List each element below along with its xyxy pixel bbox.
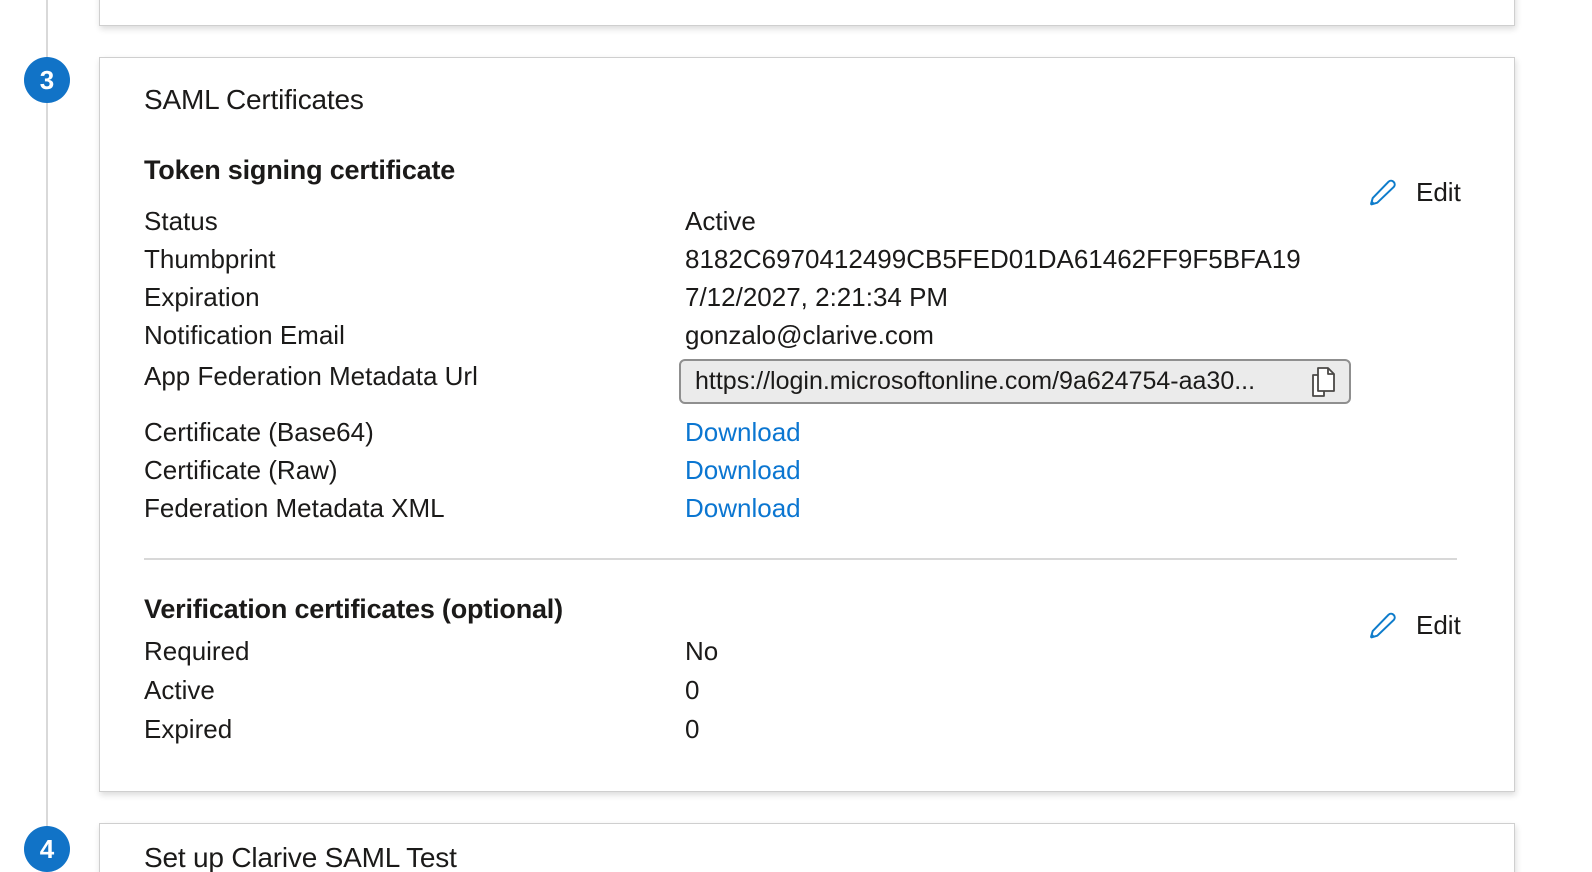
section-divider bbox=[144, 558, 1457, 560]
copy-icon bbox=[1312, 366, 1335, 397]
required-row: Required No bbox=[144, 636, 718, 666]
edit-button-label: Edit bbox=[1416, 609, 1461, 640]
certificate-raw-download-link[interactable]: Download bbox=[685, 455, 801, 485]
step-connector-line bbox=[46, 0, 48, 872]
copy-to-clipboard-button[interactable] bbox=[1307, 365, 1339, 399]
active-count-label: Active bbox=[144, 675, 215, 705]
status-label: Status bbox=[144, 206, 218, 236]
certificate-base64-download-link[interactable]: Download bbox=[685, 417, 801, 447]
edit-verification-certificates-button[interactable]: Edit bbox=[1367, 608, 1461, 642]
status-row: Status Active bbox=[144, 206, 756, 236]
expired-count-label: Expired bbox=[144, 714, 233, 744]
pencil-icon bbox=[1370, 179, 1396, 206]
expiration-label: Expiration bbox=[144, 282, 260, 312]
federation-metadata-xml-download-link[interactable]: Download bbox=[685, 493, 801, 523]
step-4-badge: 4 bbox=[24, 826, 70, 872]
previous-card-bottom-edge bbox=[99, 0, 1515, 26]
thumbprint-label: Thumbprint bbox=[144, 244, 276, 274]
card-title: SAML Certificates bbox=[144, 84, 364, 115]
verification-certificates-heading: Verification certificates (optional) bbox=[144, 594, 563, 624]
pencil-icon bbox=[1370, 612, 1396, 639]
expiration-value: 7/12/2027, 2:21:34 PM bbox=[685, 282, 949, 312]
notification-email-row: Notification Email gonzalo@clarive.com bbox=[144, 320, 934, 350]
expiration-row: Expiration 7/12/2027, 2:21:34 PM bbox=[144, 282, 948, 312]
app-federation-metadata-url-label: App Federation Metadata Url bbox=[144, 361, 478, 391]
saml-certificates-card: SAML Certificates Token signing certific… bbox=[99, 57, 1515, 792]
active-count-row: Active 0 bbox=[144, 675, 699, 705]
setup-card-title: Set up Clarive SAML Test bbox=[144, 842, 457, 872]
expired-count-row: Expired 0 bbox=[144, 714, 699, 744]
app-federation-metadata-url-row: App Federation Metadata Url bbox=[144, 361, 685, 391]
notification-email-value: gonzalo@clarive.com bbox=[685, 320, 934, 350]
certificate-base64-row: Certificate (Base64) Download bbox=[144, 417, 801, 447]
edit-button-label: Edit bbox=[1416, 176, 1461, 207]
thumbprint-row: Thumbprint 8182C6970412499CB5FED01DA6146… bbox=[144, 244, 1301, 274]
certificate-raw-label: Certificate (Raw) bbox=[144, 455, 338, 485]
notification-email-label: Notification Email bbox=[144, 320, 345, 350]
required-value: No bbox=[685, 636, 719, 666]
status-value: Active bbox=[685, 206, 756, 236]
required-label: Required bbox=[144, 636, 250, 666]
certificate-raw-row: Certificate (Raw) Download bbox=[144, 455, 801, 485]
saml-sso-configuration-page: { "colors": { "step_blue": "#1173c7", "l… bbox=[0, 0, 1592, 872]
setup-card: Set up Clarive SAML Test bbox=[99, 823, 1515, 872]
step-3-badge: 3 bbox=[24, 57, 70, 103]
app-federation-metadata-url-field[interactable]: https://login.microsoftonline.com/9a6247… bbox=[679, 359, 1351, 404]
app-federation-metadata-url-value: https://login.microsoftonline.com/9a6247… bbox=[695, 367, 1256, 395]
federation-metadata-xml-label: Federation Metadata XML bbox=[144, 493, 445, 523]
certificate-base64-label: Certificate (Base64) bbox=[144, 417, 374, 447]
thumbprint-value: 8182C6970412499CB5FED01DA61462FF9F5BFA19 bbox=[685, 244, 1301, 274]
active-count-value: 0 bbox=[685, 675, 700, 705]
federation-metadata-xml-row: Federation Metadata XML Download bbox=[144, 493, 801, 523]
edit-token-signing-certificate-button[interactable]: Edit bbox=[1367, 175, 1461, 209]
expired-count-value: 0 bbox=[685, 714, 700, 744]
token-signing-certificate-heading: Token signing certificate bbox=[144, 155, 456, 185]
